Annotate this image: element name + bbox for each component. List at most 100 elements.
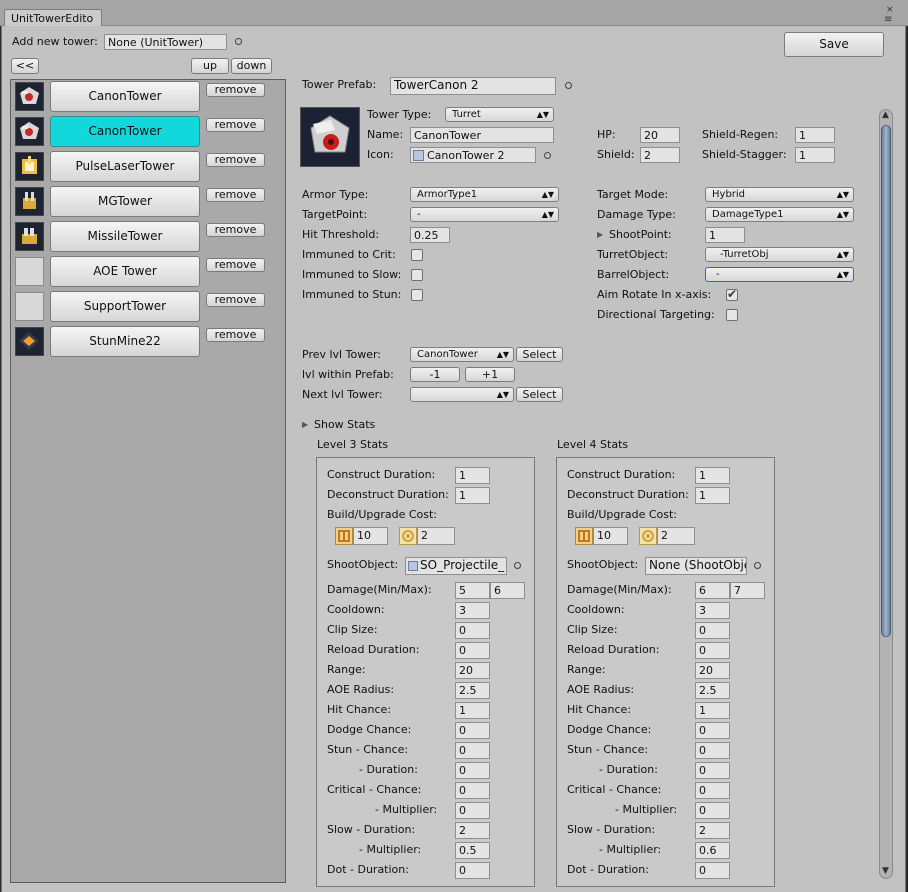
range-field[interactable]: 20 bbox=[455, 662, 490, 679]
hit-field[interactable]: 1 bbox=[695, 702, 730, 719]
barrel-object-dropdown[interactable]: - ▲▼ bbox=[705, 267, 854, 282]
add-tower-field[interactable]: None (UnitTower) bbox=[104, 34, 227, 50]
slow-duration-field[interactable]: 2 bbox=[455, 822, 490, 839]
level-minus-button[interactable]: -1 bbox=[410, 367, 460, 382]
hit-threshold-field[interactable]: 0.25 bbox=[410, 227, 450, 243]
damage-min-field[interactable]: 6 bbox=[695, 582, 730, 599]
crit-chance-field[interactable]: 0 bbox=[455, 782, 490, 799]
remove-button[interactable]: remove bbox=[206, 153, 265, 167]
object-picker-icon[interactable] bbox=[754, 562, 761, 569]
shoot-object-field[interactable]: SO_Projectile_ bbox=[405, 557, 507, 575]
tower-list-item[interactable]: StunMine22 bbox=[50, 326, 200, 357]
stun-chance-field[interactable]: 0 bbox=[455, 742, 490, 759]
remove-button[interactable]: remove bbox=[206, 188, 265, 202]
slow-mult-field[interactable]: 0.6 bbox=[695, 842, 730, 859]
target-mode-dropdown[interactable]: Hybrid ▲▼ bbox=[705, 187, 854, 202]
damage-max-field[interactable]: 7 bbox=[730, 582, 765, 599]
dot-duration-field[interactable]: 0 bbox=[455, 862, 490, 879]
tower-type-dropdown[interactable]: Turret ▲▼ bbox=[445, 107, 554, 122]
construct-duration-field[interactable]: 1 bbox=[695, 467, 730, 484]
tower-list-item-selected[interactable]: CanonTower bbox=[50, 116, 200, 147]
directional-targeting-checkbox[interactable] bbox=[726, 309, 738, 321]
deconstruct-duration-field[interactable]: 1 bbox=[455, 487, 490, 504]
object-picker-icon[interactable] bbox=[565, 82, 572, 89]
tower-list-item[interactable]: SupportTower bbox=[50, 291, 200, 322]
reload-field[interactable]: 0 bbox=[455, 642, 490, 659]
cost-resource-2-field[interactable]: 2 bbox=[657, 527, 695, 545]
aoe-field[interactable]: 2.5 bbox=[455, 682, 490, 699]
clip-field[interactable]: 0 bbox=[455, 622, 490, 639]
deconstruct-duration-field[interactable]: 1 bbox=[695, 487, 730, 504]
foldout-arrow-icon[interactable]: ▶ bbox=[597, 228, 603, 242]
remove-button[interactable]: remove bbox=[206, 258, 265, 272]
crit-mult-field[interactable]: 0 bbox=[455, 802, 490, 819]
remove-button[interactable]: remove bbox=[206, 328, 265, 342]
tower-list-item[interactable]: CanonTower bbox=[50, 81, 200, 112]
tower-prefab-field[interactable]: TowerCanon 2 bbox=[390, 77, 556, 95]
slow-mult-field[interactable]: 0.5 bbox=[455, 842, 490, 859]
next-level-dropdown[interactable]: ▲▼ bbox=[410, 387, 514, 402]
clip-field[interactable]: 0 bbox=[695, 622, 730, 639]
armor-type-dropdown[interactable]: ArmorType1 ▲▼ bbox=[410, 187, 559, 202]
stun-duration-field[interactable]: 0 bbox=[455, 762, 490, 779]
immune-slow-checkbox[interactable] bbox=[411, 269, 423, 281]
cost-resource-2-field[interactable]: 2 bbox=[417, 527, 455, 545]
cooldown-field[interactable]: 3 bbox=[455, 602, 490, 619]
construct-duration-field[interactable]: 1 bbox=[455, 467, 490, 484]
turret-object-dropdown[interactable]: -TurretObj ▲▼ bbox=[705, 247, 854, 262]
save-button[interactable]: Save bbox=[784, 32, 884, 57]
select-next-button[interactable]: Select bbox=[516, 387, 563, 402]
target-point-dropdown[interactable]: - ▲▼ bbox=[410, 207, 559, 222]
remove-button[interactable]: remove bbox=[206, 83, 265, 97]
scroll-down-arrow-icon[interactable]: ▼ bbox=[882, 866, 889, 876]
slow-duration-field[interactable]: 2 bbox=[695, 822, 730, 839]
crit-mult-field[interactable]: 0 bbox=[695, 802, 730, 819]
tower-list-item[interactable]: AOE Tower bbox=[50, 256, 200, 287]
object-picker-icon[interactable] bbox=[544, 152, 551, 159]
aim-rotate-checkbox[interactable] bbox=[726, 287, 738, 301]
cooldown-field[interactable]: 3 bbox=[695, 602, 730, 619]
stun-duration-field[interactable]: 0 bbox=[695, 762, 730, 779]
hit-field[interactable]: 1 bbox=[455, 702, 490, 719]
dot-duration-field[interactable]: 0 bbox=[695, 862, 730, 879]
menu-icon[interactable]: ≡ bbox=[884, 14, 892, 25]
cost-resource-1-field[interactable]: 10 bbox=[593, 527, 628, 545]
stun-chance-field[interactable]: 0 bbox=[695, 742, 730, 759]
damage-min-field[interactable]: 5 bbox=[455, 582, 490, 599]
foldout-arrow-icon[interactable]: ▶ bbox=[302, 418, 308, 432]
back-button[interactable]: << bbox=[11, 58, 39, 74]
shield-stagger-field[interactable]: 1 bbox=[795, 147, 835, 163]
shield-field[interactable]: 2 bbox=[640, 147, 680, 163]
shoot-point-field[interactable]: 1 bbox=[705, 227, 745, 243]
damage-type-dropdown[interactable]: DamageType1 ▲▼ bbox=[705, 207, 854, 222]
remove-button[interactable]: remove bbox=[206, 223, 265, 237]
object-picker-icon[interactable] bbox=[514, 562, 521, 569]
aoe-field[interactable]: 2.5 bbox=[695, 682, 730, 699]
range-field[interactable]: 20 bbox=[695, 662, 730, 679]
tower-list-item[interactable]: PulseLaserTower bbox=[50, 151, 200, 182]
immune-crit-checkbox[interactable] bbox=[411, 249, 423, 261]
select-prev-button[interactable]: Select bbox=[516, 347, 563, 362]
move-up-button[interactable]: up bbox=[191, 58, 229, 74]
shoot-point-label[interactable]: ShootPoint: bbox=[609, 228, 672, 242]
shield-regen-field[interactable]: 1 bbox=[795, 127, 835, 143]
remove-button[interactable]: remove bbox=[206, 118, 265, 132]
name-field[interactable]: CanonTower bbox=[410, 127, 554, 143]
shoot-object-field[interactable]: None (ShootObje bbox=[645, 557, 747, 575]
reload-field[interactable]: 0 bbox=[695, 642, 730, 659]
scrollbar-thumb[interactable] bbox=[881, 125, 891, 637]
dodge-field[interactable]: 0 bbox=[695, 722, 730, 739]
dodge-field[interactable]: 0 bbox=[455, 722, 490, 739]
damage-max-field[interactable]: 6 bbox=[490, 582, 525, 599]
move-down-button[interactable]: down bbox=[231, 58, 272, 74]
immune-stun-checkbox[interactable] bbox=[411, 289, 423, 301]
crit-chance-field[interactable]: 0 bbox=[695, 782, 730, 799]
tower-list-item[interactable]: MissileTower bbox=[50, 221, 200, 252]
icon-field[interactable]: CanonTower 2 bbox=[410, 147, 536, 163]
show-stats-foldout[interactable]: Show Stats bbox=[314, 418, 375, 432]
object-picker-icon[interactable] bbox=[235, 38, 242, 45]
tower-list-item[interactable]: MGTower bbox=[50, 186, 200, 217]
level-plus-button[interactable]: +1 bbox=[465, 367, 515, 382]
window-tab[interactable]: UnitTowerEdito bbox=[4, 9, 102, 27]
remove-button[interactable]: remove bbox=[206, 293, 265, 307]
